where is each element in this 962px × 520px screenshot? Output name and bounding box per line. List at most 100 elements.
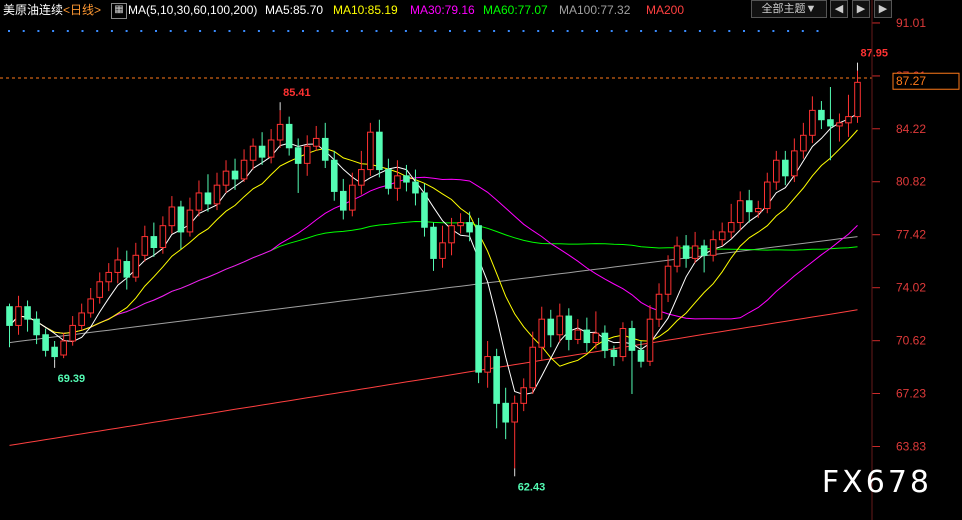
event-dot — [96, 30, 99, 32]
candle-up — [845, 116, 852, 124]
candle-down — [123, 261, 131, 278]
candle-up — [619, 328, 627, 358]
y-tick-label: 67.23 — [896, 387, 926, 401]
event-dot — [801, 30, 804, 32]
candle-down — [258, 145, 266, 158]
candle-down — [475, 225, 482, 373]
candle-down — [682, 245, 690, 259]
candle-up — [78, 312, 85, 326]
event-dot — [669, 30, 672, 32]
ma30-value: MA30:79.16 — [410, 3, 475, 17]
event-dot — [8, 30, 10, 32]
candle-down — [700, 245, 708, 256]
event-dot — [596, 30, 598, 32]
candle-up — [349, 184, 356, 211]
candle-down — [547, 318, 555, 336]
candle-down — [601, 332, 609, 351]
candle-down — [502, 402, 509, 423]
candle-up — [664, 265, 672, 295]
y-tick-label: 70.62 — [896, 334, 926, 348]
event-dot — [757, 30, 760, 32]
candle-up — [69, 324, 76, 342]
event-dot — [713, 30, 716, 32]
event-dot — [507, 30, 510, 32]
candle-up — [529, 346, 537, 389]
event-dot — [22, 30, 25, 32]
event-dot — [213, 30, 216, 32]
scroll-left-icon[interactable]: ◀ — [830, 0, 848, 18]
event-dot — [81, 30, 84, 32]
event-dot — [551, 30, 554, 32]
event-dot — [331, 30, 334, 32]
event-dot — [625, 30, 628, 32]
candle-down — [493, 356, 500, 404]
scroll-end-icon[interactable]: ▶ — [874, 0, 892, 18]
scroll-right-icon[interactable]: ▶ — [852, 0, 870, 18]
candle-up — [592, 332, 600, 344]
candle-down — [782, 159, 789, 177]
chart-settings-icon[interactable]: ▦ — [111, 3, 127, 19]
ma100-value: MA100:77.32 — [559, 3, 631, 17]
period-label[interactable]: <日线> — [63, 3, 101, 17]
ma5-value: MA5:85.70 — [265, 3, 324, 17]
candle-up — [520, 387, 528, 404]
candle-up — [448, 225, 455, 244]
candle-up — [105, 271, 113, 283]
event-dot — [478, 30, 481, 32]
candlestick-chart[interactable]: 85.4169.3962.4387.95 91.0187.6184.2280.8… — [0, 0, 962, 520]
candle-up — [15, 306, 22, 326]
candle-up — [511, 402, 518, 423]
event-dot — [566, 30, 569, 32]
candle-down — [385, 169, 392, 189]
candles-group — [6, 70, 861, 469]
candle-up — [754, 208, 762, 213]
event-dot — [302, 30, 304, 32]
y-tick-label: 63.83 — [896, 439, 926, 453]
candle-up — [186, 209, 194, 233]
candle-down — [583, 329, 591, 344]
moving-average-lines — [9, 113, 858, 446]
event-dot — [684, 30, 687, 32]
event-dot — [493, 30, 496, 32]
candle-down — [24, 306, 31, 320]
event-dot — [787, 30, 790, 32]
candle-up — [439, 242, 446, 259]
event-dot — [140, 30, 143, 32]
event-dot — [155, 30, 157, 32]
candle-down — [376, 131, 383, 171]
candle-up — [800, 134, 807, 152]
candle-up — [213, 184, 221, 205]
candle-up — [312, 137, 320, 147]
candle-up — [267, 139, 275, 158]
event-dot — [537, 30, 540, 32]
candle-down — [285, 123, 293, 149]
candle-up — [96, 281, 104, 298]
event-dot — [243, 30, 246, 32]
event-dot — [257, 30, 260, 32]
candle-up — [854, 81, 861, 118]
event-dot — [110, 30, 113, 32]
event-dot — [375, 30, 378, 32]
candle-up — [195, 192, 203, 211]
candle-down — [430, 226, 437, 259]
event-dot — [287, 30, 290, 32]
candle-down — [150, 236, 158, 249]
candle-up — [655, 293, 663, 320]
watermark-logo: FX678 — [821, 465, 932, 500]
instrument-name: 美原油连续 — [3, 3, 64, 17]
ma10-value: MA10:85.19 — [333, 3, 398, 17]
candle-up — [60, 340, 67, 356]
candle-up — [159, 225, 167, 249]
theme-dropdown[interactable]: 全部主题▼ — [751, 0, 827, 18]
candle-up — [763, 181, 771, 210]
candle-up — [556, 315, 564, 336]
candle-up — [240, 159, 248, 180]
event-dot — [360, 30, 363, 32]
candle-down — [177, 206, 185, 233]
candle-up — [168, 206, 176, 227]
candle-down — [466, 222, 473, 233]
candle-down — [294, 147, 302, 164]
event-dot — [419, 30, 422, 32]
event-markers-row — [8, 30, 819, 32]
event-dot — [434, 30, 437, 32]
